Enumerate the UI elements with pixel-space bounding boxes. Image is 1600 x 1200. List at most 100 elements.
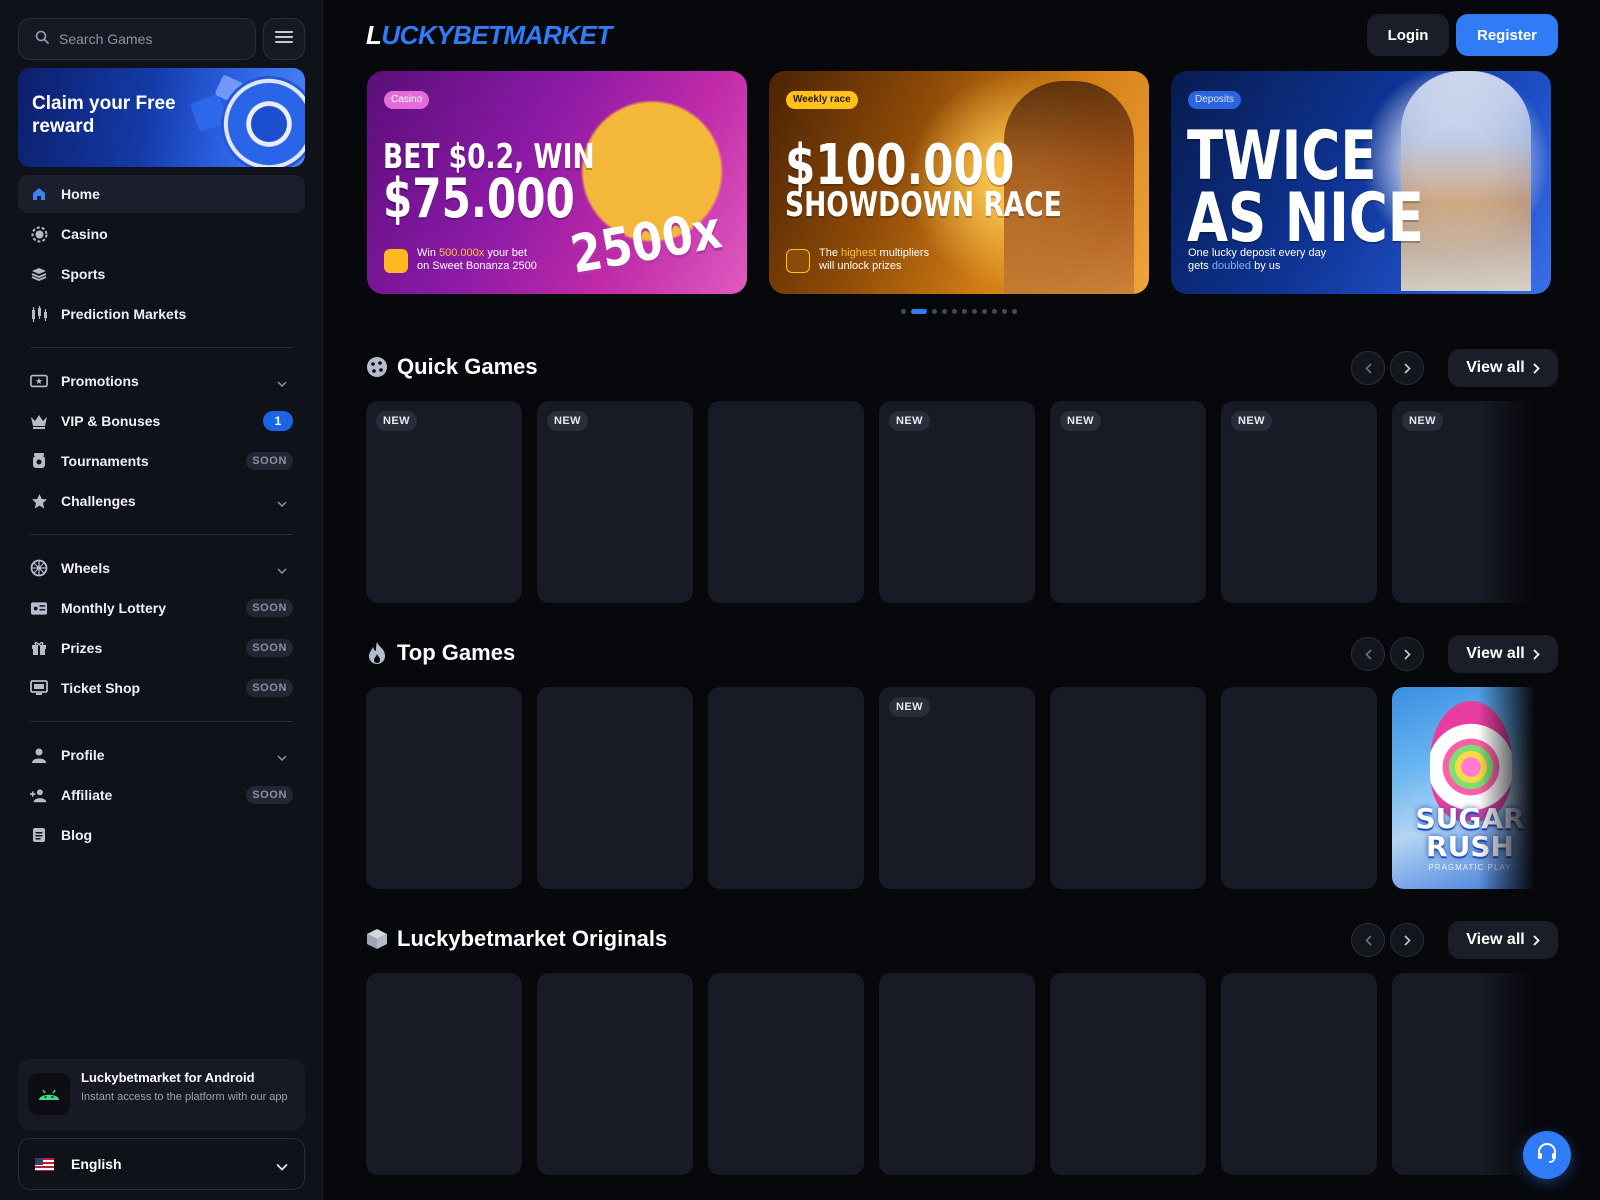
new-badge: NEW	[376, 411, 417, 431]
banner-headline: $75.000	[383, 167, 575, 230]
prev-arrow-button[interactable]	[1351, 637, 1385, 671]
support-chat-button[interactable]	[1523, 1131, 1571, 1179]
game-card-sugar-rush[interactable]: SUGAR RUSH PRAGMATIC PLAY	[1392, 687, 1548, 889]
sidebar-item-prediction-markets[interactable]: Prediction Markets	[18, 295, 305, 333]
game-card[interactable]: NEW	[1221, 401, 1377, 603]
hero-banner-casino[interactable]: Casino BET $0.2, WIN $75.000 2500x Win 5…	[367, 71, 747, 294]
sidebar-item-blog[interactable]: Blog	[18, 816, 305, 854]
search-icon	[35, 30, 49, 49]
game-card[interactable]: NEW	[879, 687, 1035, 889]
banner-subtext: The highest multipliers will unlock prize…	[819, 247, 930, 272]
view-all-button[interactable]: View all	[1448, 349, 1558, 387]
quick-games-row: NEW NEW NEW NEW NEW NEW	[366, 401, 1558, 603]
game-card[interactable]	[1221, 973, 1377, 1175]
sidebar-item-tournaments[interactable]: Tournaments SOON	[18, 442, 305, 480]
sidebar-item-label: Prediction Markets	[61, 306, 187, 322]
next-arrow-button[interactable]	[1390, 923, 1424, 957]
game-card[interactable]: NEW	[537, 401, 693, 603]
game-card[interactable]: NEW	[1392, 401, 1548, 603]
user-add-icon	[30, 786, 48, 804]
soon-badge: SOON	[246, 786, 293, 804]
chevron-right-icon	[1533, 934, 1540, 946]
view-all-button[interactable]: View all	[1448, 921, 1558, 959]
sidebar-item-label: Monthly Lottery	[61, 600, 166, 616]
banner-subtext: Win 500.000x your bet on Sweet Bonanza 25…	[417, 247, 537, 272]
carousel-dot[interactable]	[972, 309, 977, 314]
game-card[interactable]	[708, 401, 864, 603]
section-title: Luckybetmarket Originals	[397, 926, 668, 951]
game-card[interactable]: NEW	[1050, 401, 1206, 603]
android-app-card[interactable]: Luckybetmarket for Android Instant acces…	[18, 1059, 305, 1130]
banner-headline: SHOWDOWN RACE	[785, 185, 1062, 225]
sidebar-item-challenges[interactable]: Challenges	[18, 482, 305, 520]
game-card[interactable]	[366, 973, 522, 1175]
carousel-dot[interactable]	[962, 309, 967, 314]
carousel-dot[interactable]	[992, 309, 997, 314]
hero-banner-weekly-race[interactable]: Weekly race $100.000 SHOWDOWN RACE The h…	[769, 71, 1149, 294]
game-card[interactable]	[537, 687, 693, 889]
sidebar-item-label: Prizes	[61, 640, 103, 656]
soon-badge: SOON	[246, 639, 293, 657]
login-button[interactable]: Login	[1367, 14, 1449, 56]
carousel-dot[interactable]	[901, 309, 906, 314]
search-input[interactable]	[59, 31, 239, 47]
banner-tag: Weekly race	[786, 91, 858, 109]
carousel-dot-active[interactable]	[911, 309, 927, 314]
sidebar-item-casino[interactable]: Casino	[18, 215, 305, 253]
free-reward-banner[interactable]: Claim your Free reward	[18, 68, 305, 167]
sidebar-item-monthly-lottery[interactable]: Monthly Lottery SOON	[18, 589, 305, 627]
carousel-dot[interactable]	[952, 309, 957, 314]
carousel-dot[interactable]	[982, 309, 987, 314]
hero-banner-deposits[interactable]: Deposits TWICE AS NICE One lucky deposit…	[1171, 71, 1551, 294]
game-card[interactable]	[537, 973, 693, 1175]
view-all-button[interactable]: View all	[1448, 635, 1558, 673]
user-icon	[30, 746, 48, 764]
game-card[interactable]: NEW	[366, 401, 522, 603]
next-arrow-button[interactable]	[1390, 637, 1424, 671]
dice-icon	[366, 356, 388, 378]
sidebar-item-label: Tournaments	[61, 453, 149, 469]
sidebar-item-sports[interactable]: Sports	[18, 255, 305, 293]
sidebar-item-label: Casino	[61, 226, 108, 242]
sidebar-item-vip-bonuses[interactable]: VIP & Bonuses 1	[18, 402, 305, 440]
soon-badge: SOON	[246, 452, 293, 470]
sidebar-item-label: Home	[61, 186, 100, 202]
crown-icon	[30, 412, 48, 430]
android-icon	[28, 1073, 70, 1115]
sidebar-item-ticket-shop[interactable]: Ticket Shop SOON	[18, 669, 305, 707]
game-card[interactable]	[708, 973, 864, 1175]
game-card[interactable]: NEW	[879, 401, 1035, 603]
carousel-dot[interactable]	[932, 309, 937, 314]
gift-icon	[30, 639, 48, 657]
register-button[interactable]: Register	[1456, 14, 1558, 56]
sidebar-item-affiliate[interactable]: Affiliate SOON	[18, 776, 305, 814]
hamburger-icon	[275, 30, 293, 49]
new-badge: NEW	[1060, 411, 1101, 431]
menu-button[interactable]	[263, 18, 305, 60]
sidebar-item-label: Challenges	[61, 493, 136, 509]
game-card[interactable]	[366, 687, 522, 889]
site-logo[interactable]: LUCKYBETMARKET	[366, 20, 612, 51]
sidebar-item-home[interactable]: Home	[18, 175, 305, 213]
sidebar-item-wheels[interactable]: Wheels	[18, 549, 305, 587]
search-box[interactable]	[18, 18, 256, 60]
game-card[interactable]	[1050, 687, 1206, 889]
carousel-dot[interactable]	[1012, 309, 1017, 314]
carousel-dot[interactable]	[1002, 309, 1007, 314]
sidebar-item-promotions[interactable]: Promotions	[18, 362, 305, 400]
sidebar-item-profile[interactable]: Profile	[18, 736, 305, 774]
game-card[interactable]	[1221, 687, 1377, 889]
next-arrow-button[interactable]	[1390, 351, 1424, 385]
sidebar-item-prizes[interactable]: Prizes SOON	[18, 629, 305, 667]
language-selector[interactable]: English	[18, 1138, 305, 1190]
game-card[interactable]	[879, 973, 1035, 1175]
chevron-right-icon	[1533, 362, 1540, 374]
top-games-row: NEW SUGAR RUSH PRAGMATIC PLAY	[366, 687, 1558, 889]
game-title: SUGAR RUSH	[1415, 802, 1525, 863]
carousel-dot[interactable]	[942, 309, 947, 314]
game-card[interactable]	[1050, 973, 1206, 1175]
quick-games-header: Quick Games View all	[366, 347, 1558, 387]
game-card[interactable]	[708, 687, 864, 889]
prev-arrow-button[interactable]	[1351, 351, 1385, 385]
prev-arrow-button[interactable]	[1351, 923, 1385, 957]
